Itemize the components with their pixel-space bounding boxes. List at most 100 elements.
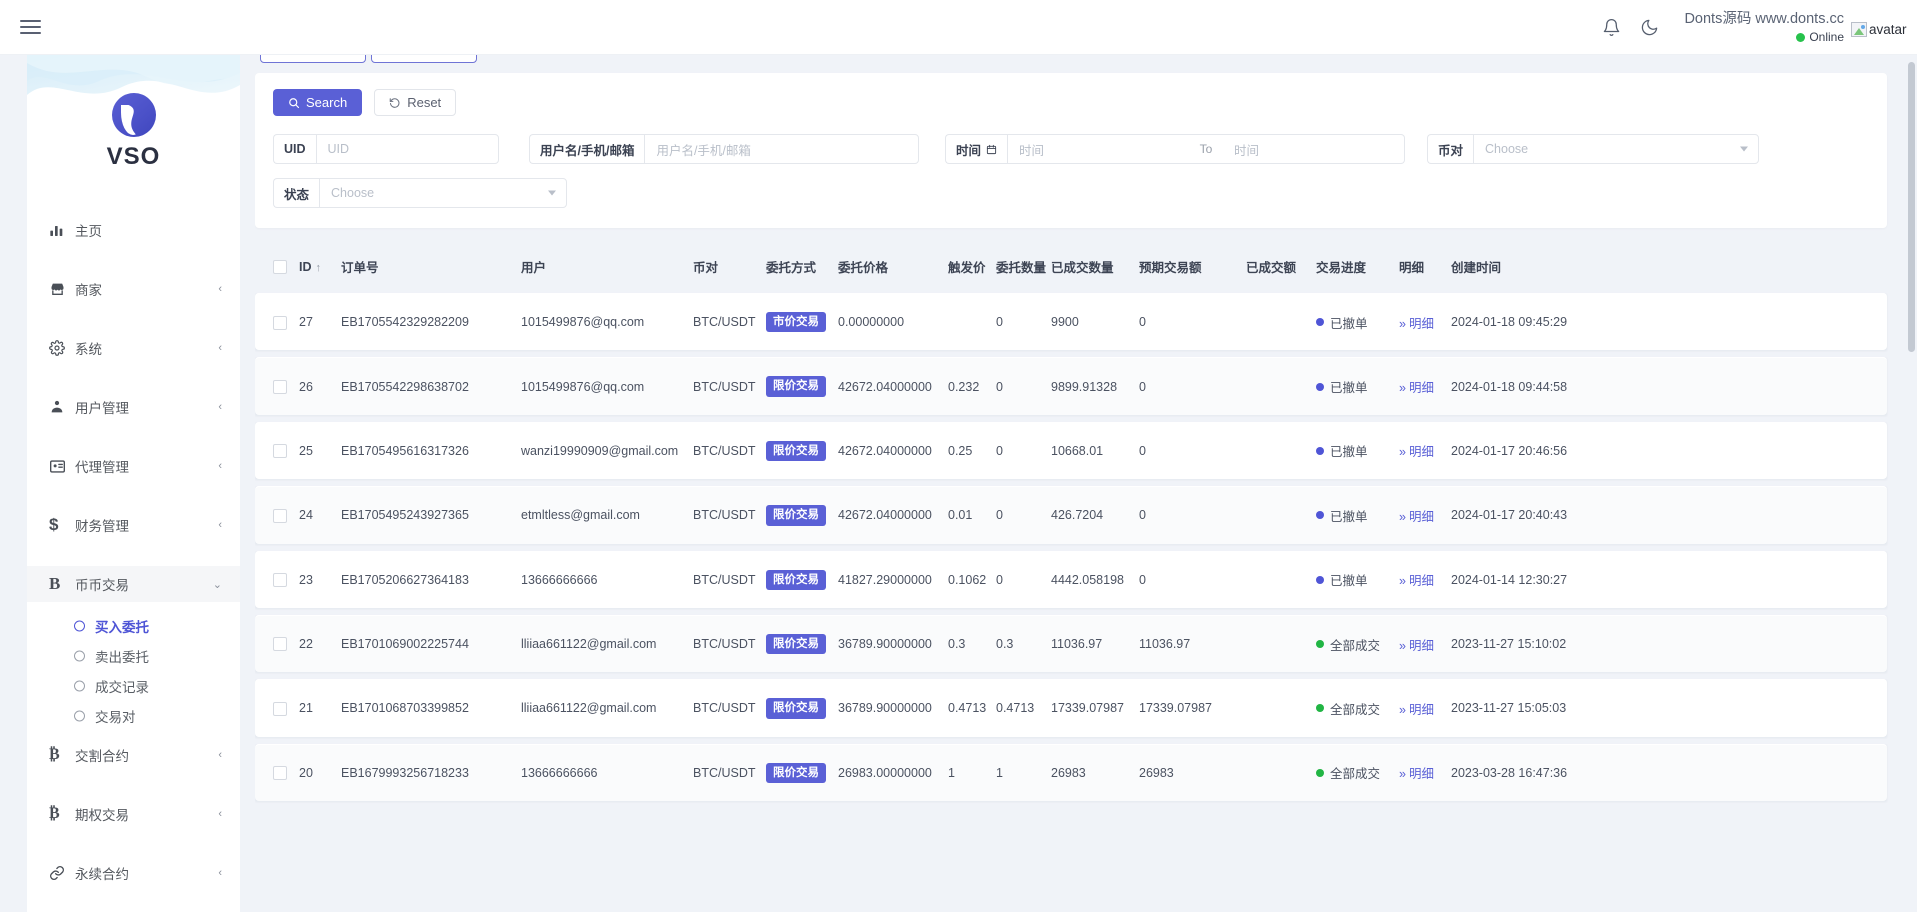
table-row[interactable]: 24 EB1705495243927365 etmltless@gmail.com B… [255, 486, 1887, 544]
table-row[interactable]: 27 EB1705542329282209 1015499876@qq.com BTC… [255, 293, 1887, 351]
cell-select [255, 486, 299, 543]
detail-link[interactable]: » 明细 [1399, 445, 1434, 459]
table-head: ID ↑ 订单号 用户 币对 委托方式 委托价格 触发价 委托数量 已成交数量 预… [255, 249, 1887, 286]
sort-asc-icon[interactable]: ↑ [316, 262, 322, 274]
tab-2[interactable] [371, 55, 477, 63]
search-icon [289, 97, 300, 108]
chevron-left-icon: ‹ [218, 749, 222, 761]
cell-user: etmltless@gmail.com [521, 486, 693, 543]
sidebar-item-system[interactable]: 系统 ‹ [27, 330, 240, 366]
cell-detail[interactable]: » 明细 [1399, 614, 1451, 672]
table-row[interactable]: 26 EB1705542298638702 1015499876@qq.com BTC… [255, 357, 1887, 415]
cell-order-no: EB1705542329282209 [341, 293, 521, 350]
th-pair: 币对 [693, 261, 719, 275]
cell-detail[interactable]: » 明细 [1399, 550, 1451, 608]
status-select[interactable]: Choose [319, 178, 567, 208]
bell-icon[interactable] [1592, 8, 1630, 46]
avatar[interactable]: avatar [1851, 15, 1907, 43]
search-button[interactable]: Search [273, 89, 363, 116]
detail-link[interactable]: » 明细 [1399, 767, 1434, 781]
table-row[interactable]: 25 EB1705495616317326 wanzi19990909@gmail.… [255, 421, 1887, 480]
sidebar-subitem-trade-records[interactable]: 成交记录 [27, 671, 240, 701]
status-badge: 已撤单 [1316, 506, 1368, 525]
th-trigger-price: 触发价 [948, 261, 986, 275]
uid-input[interactable]: UID [315, 134, 499, 164]
cell-order-way: 限价交易 [766, 421, 838, 479]
sidebar-subitem-buy-orders[interactable]: 买入委托 [27, 611, 240, 641]
detail-link[interactable]: » 明细 [1399, 317, 1434, 331]
cell-detail[interactable]: » 明细 [1399, 486, 1451, 543]
filter-user-label: 用户名/手机/邮箱 [529, 134, 645, 164]
table-row[interactable]: 23 EB1705206627364183 13666666666 BTC/USDT 限… [255, 550, 1887, 608]
cell-detail[interactable]: » 明细 [1399, 357, 1451, 414]
time-end-input[interactable]: 时间 [1223, 134, 1406, 164]
double-chevron-right-icon: » [1399, 316, 1406, 331]
row-checkbox[interactable] [273, 444, 287, 459]
sidebar-item-delivery-contract[interactable]: ₿ 交割合约 ‹ [27, 737, 240, 773]
row-checkbox[interactable] [273, 508, 287, 523]
cell-done-qty: 9900 [1051, 293, 1139, 350]
detail-link[interactable]: » 明细 [1399, 510, 1434, 524]
row-checkbox[interactable] [273, 766, 287, 781]
filter-status-label: 状态 [273, 178, 320, 208]
sidebar-item-merchant[interactable]: 商家 ‹ [27, 271, 240, 307]
moon-icon[interactable] [1630, 8, 1668, 46]
sidebar-item-user-management[interactable]: 用户管理 ‹ [27, 389, 240, 425]
sidebar-item-options-trading[interactable]: ₿ 期权交易 ‹ [27, 796, 240, 832]
table-row[interactable]: 20 EB1679993256718233 13666666666 BTC/USDT 限… [255, 743, 1887, 801]
sidebar-subitem-trading-pairs[interactable]: 交易对 [27, 701, 240, 731]
status-label: 已撤单 [1330, 445, 1368, 460]
table-row[interactable]: 22 EB1701069002225744 lliiaa661122@gmail.c… [255, 614, 1887, 673]
row-checkbox[interactable] [273, 701, 287, 716]
cell-detail[interactable]: » 明细 [1399, 679, 1451, 736]
chevron-left-icon: ‹ [218, 460, 222, 472]
order-way-badge: 限价交易 [766, 569, 826, 590]
broken-image-icon [1851, 21, 1867, 37]
cell-select [255, 357, 299, 414]
user-input[interactable]: 用户名/手机/邮箱 [644, 134, 919, 164]
chevron-left-icon: ‹ [218, 867, 222, 879]
row-checkbox[interactable] [273, 379, 287, 394]
detail-link[interactable]: » 明细 [1399, 639, 1434, 653]
cell-order-way: 限价交易 [766, 486, 838, 543]
th-done-amount: 已成交额 [1246, 261, 1297, 275]
sidebar-subitem-sell-orders[interactable]: 卖出委托 [27, 641, 240, 671]
link-icon [49, 865, 75, 881]
hamburger-icon[interactable] [14, 12, 44, 42]
cell-pair: BTC/USDT [693, 679, 766, 736]
chevron-left-icon: ‹ [218, 401, 222, 413]
row-checkbox[interactable] [273, 315, 287, 330]
table-row[interactable]: 21 EB1701068703399852 lliiaa661122@gmail.c… [255, 679, 1887, 737]
cell-detail[interactable]: » 明细 [1399, 743, 1451, 801]
sidebar-item-home[interactable]: 主页 [27, 212, 240, 248]
detail-link[interactable]: » 明细 [1399, 574, 1434, 588]
cell-user: 13666666666 [521, 743, 693, 801]
reset-button[interactable]: Reset [374, 89, 457, 116]
filters-row-2: 状态 Choose [273, 178, 1869, 208]
select-all-checkbox[interactable] [273, 259, 287, 274]
filter-uid: UID UID [273, 134, 499, 164]
time-start-input[interactable]: 时间 [1007, 134, 1190, 164]
dollar-icon: $ [49, 515, 59, 534]
user-block[interactable]: Donts源码 www.donts.cc Online avatar [1684, 9, 1907, 44]
filters-row-1: UID UID 用户名/手机/邮箱 用户名/手机/邮箱 时间 时间 To 时间 … [273, 134, 1869, 178]
th-id[interactable]: ID ↑ [299, 249, 341, 286]
sidebar-item-finance-management[interactable]: $ 财务管理 ‹ [27, 507, 240, 543]
cell-detail[interactable]: » 明细 [1399, 421, 1451, 479]
detail-link[interactable]: » 明细 [1399, 703, 1434, 717]
sidebar-item-coin-trading[interactable]: B 币币交易 ⌄ [27, 566, 240, 602]
cell-done-amount [1246, 293, 1316, 350]
tab-1[interactable] [260, 55, 366, 63]
cell-done-qty: 26983 [1051, 743, 1139, 801]
detail-link[interactable]: » 明细 [1399, 381, 1434, 395]
page-scrollbar[interactable] [1908, 62, 1915, 352]
sidebar-item-perpetual-contract[interactable]: 永续合约 ‹ [27, 855, 240, 891]
store-icon [49, 281, 75, 297]
cell-detail[interactable]: » 明细 [1399, 293, 1451, 350]
cell-created-at: 2024-01-17 20:40:43 [1451, 486, 1887, 543]
row-checkbox[interactable] [273, 573, 287, 588]
row-checkbox[interactable] [273, 637, 287, 652]
pair-select[interactable]: Choose [1473, 134, 1759, 164]
time-start-placeholder: 时间 [1019, 143, 1045, 158]
sidebar-item-agent-management[interactable]: 代理管理 ‹ [27, 448, 240, 484]
